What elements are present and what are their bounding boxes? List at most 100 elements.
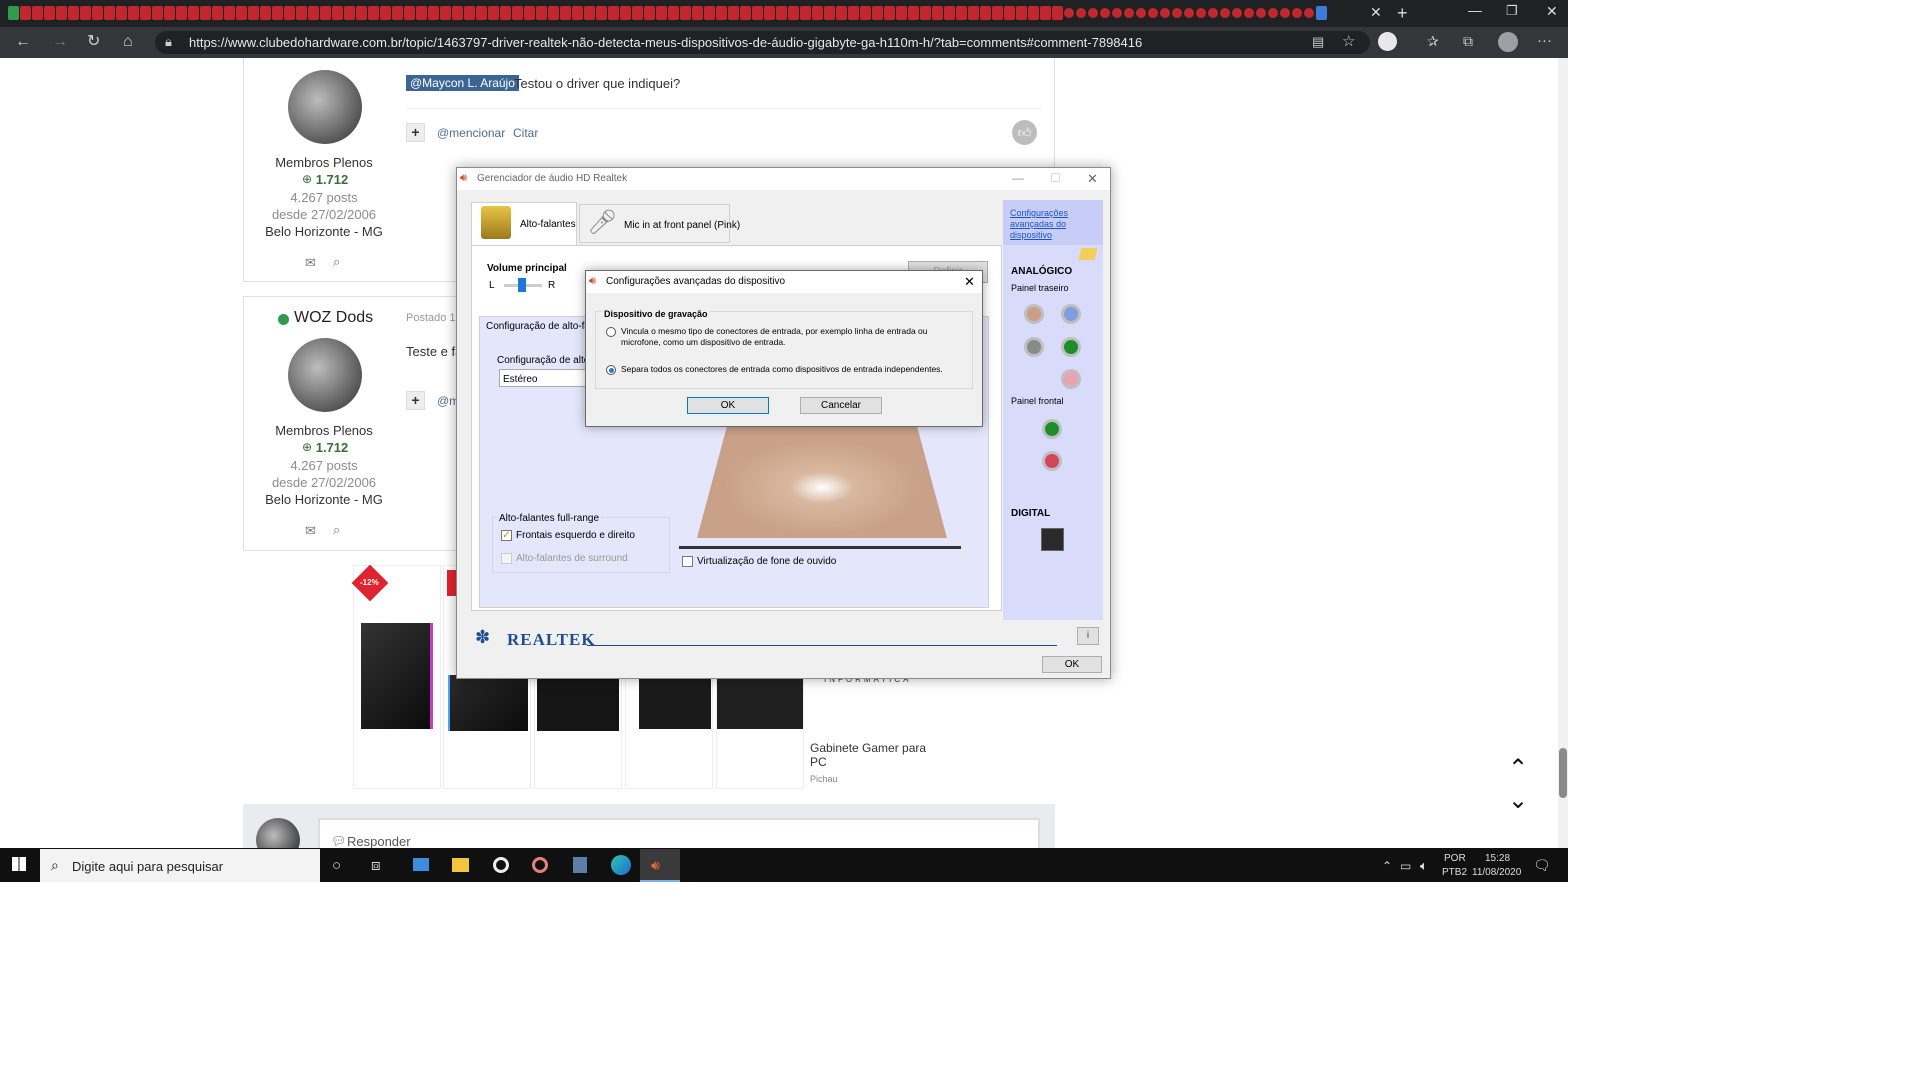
reply-placeholder[interactable]: Responder xyxy=(347,834,411,848)
mention-link[interactable]: @mencionar xyxy=(437,126,505,140)
restore-window-button[interactable]: ❐ xyxy=(1506,3,1518,19)
more-icon[interactable]: ··· xyxy=(1537,32,1552,49)
edge-icon[interactable] xyxy=(611,855,631,875)
browser-tab-favicon-icon[interactable] xyxy=(836,6,847,20)
like-icon[interactable]: 👍︎ xyxy=(1012,120,1037,145)
search-icon[interactable]: ⌕ xyxy=(333,254,340,270)
media-app-icon[interactable] xyxy=(493,857,509,873)
browser-tab-favicon-icon[interactable] xyxy=(188,6,199,20)
read-aloud-icon[interactable] xyxy=(1378,32,1397,51)
favorite-icon[interactable]: ☆ xyxy=(1342,32,1355,50)
browser-tab-favicon-icon[interactable] xyxy=(212,6,223,20)
option2-label[interactable]: Separa todos os conectores de entrada co… xyxy=(621,364,966,374)
clock-date[interactable]: 11/08/2020 xyxy=(1472,867,1521,878)
close-window-button[interactable]: ✕ xyxy=(1546,3,1558,20)
browser-tab-favicon-icon[interactable] xyxy=(968,6,979,20)
config-tab-label[interactable]: Configuração de alto-falar xyxy=(486,321,601,332)
settings-app-icon[interactable] xyxy=(413,858,429,871)
browser-tab-favicon-icon[interactable] xyxy=(56,6,67,20)
minimize-button[interactable]: — xyxy=(1012,171,1024,185)
quote-link[interactable]: Citar xyxy=(513,126,538,140)
browser-tab-favicon-icon[interactable] xyxy=(464,6,475,20)
volume-icon[interactable]: 🔈︎ xyxy=(1420,858,1428,874)
browser-tab-favicon-icon[interactable] xyxy=(332,6,343,20)
browser-tab-favicon-icon[interactable] xyxy=(1004,6,1015,20)
browser-tab-favicon-icon[interactable] xyxy=(1064,8,1074,18)
audio-jack-icon[interactable] xyxy=(1061,304,1081,324)
browser-tab-favicon-icon[interactable] xyxy=(116,6,127,20)
cancel-button[interactable]: Cancelar xyxy=(800,397,882,414)
cortana-icon[interactable]: ○ xyxy=(332,857,341,874)
browser-tab-favicon-icon[interactable] xyxy=(824,6,835,20)
browser-tab-favicon-icon[interactable] xyxy=(788,6,799,20)
browser-tab-favicon-icon[interactable] xyxy=(1220,8,1230,18)
mail-icon[interactable]: ✉ xyxy=(305,523,316,539)
headphone-virt-label[interactable]: Virtualização de fone de ouvido xyxy=(697,556,836,567)
reply-input[interactable] xyxy=(318,818,1040,848)
balance-slider-thumb[interactable] xyxy=(518,278,526,292)
browser-tab-favicon-icon[interactable] xyxy=(1208,8,1218,18)
realtek-ok-button[interactable]: OK xyxy=(1042,656,1102,673)
home-icon[interactable]: ⌂ xyxy=(123,34,133,50)
browser-tab-favicon-icon[interactable] xyxy=(428,6,439,20)
browser-tab-favicon-icon[interactable] xyxy=(20,6,31,20)
browser-tab-favicon-icon[interactable] xyxy=(1172,8,1182,18)
browser-tab-favicon-icon[interactable] xyxy=(668,6,679,20)
maximize-button[interactable]: ☐ xyxy=(1050,171,1061,185)
notifications-icon[interactable]: 🗨︎ xyxy=(1533,857,1551,874)
keyboard-layout[interactable]: PTB2 xyxy=(1442,867,1467,878)
tray-chevron-icon[interactable]: ⌃ xyxy=(1382,859,1392,873)
multiquote-button[interactable]: + xyxy=(406,391,425,410)
browser-tab-favicon-icon[interactable] xyxy=(584,6,595,20)
scroll-down-icon[interactable]: ⌄ xyxy=(1508,786,1528,815)
browser-tab-favicon-icon[interactable] xyxy=(848,6,859,20)
browser-tab-favicon-icon[interactable] xyxy=(1184,8,1194,18)
browser-tab-favicon-icon[interactable] xyxy=(308,6,319,20)
audio-jack-icon[interactable] xyxy=(1024,337,1044,357)
browser-tab-favicon-icon[interactable] xyxy=(740,6,751,20)
browser-tab-favicon-icon[interactable] xyxy=(80,6,91,20)
browser-tab-favicon-icon[interactable] xyxy=(1052,6,1063,20)
browser-tab-favicon-icon[interactable] xyxy=(536,6,547,20)
browser-tab-favicon-icon[interactable] xyxy=(512,6,523,20)
browser-tab-favicon-icon[interactable] xyxy=(728,6,739,20)
browser-tab-favicon-icon[interactable] xyxy=(1100,8,1110,18)
browser-tab-favicon-icon[interactable] xyxy=(656,6,667,20)
browser-tab-favicon-icon[interactable] xyxy=(1124,8,1134,18)
audio-jack-icon[interactable] xyxy=(1042,451,1062,471)
browser-tab-favicon-icon[interactable] xyxy=(284,6,295,20)
browser-tab-favicon-icon[interactable] xyxy=(716,6,727,20)
browser-tab-favicon-icon[interactable] xyxy=(680,6,691,20)
browser-tab-favicon-icon[interactable] xyxy=(1076,8,1086,18)
audio-jack-icon[interactable] xyxy=(1061,337,1081,357)
task-view-icon[interactable]: ⧈ xyxy=(371,857,381,874)
profile-icon[interactable] xyxy=(1498,32,1518,52)
author-name[interactable]: WOZ Dods xyxy=(294,309,373,327)
browser-tab-favicon-icon[interactable] xyxy=(44,6,55,20)
option1-radio[interactable] xyxy=(606,327,616,337)
browser-tab-favicon-icon[interactable] xyxy=(368,6,379,20)
minimize-window-button[interactable]: — xyxy=(1468,2,1482,18)
search-icon[interactable]: ⌕ xyxy=(333,522,340,538)
browser-tab-favicon-icon[interactable] xyxy=(1028,6,1039,20)
browser-tab-favicon-icon[interactable] xyxy=(344,6,355,20)
browser-tab-favicon-icon[interactable] xyxy=(1304,8,1314,18)
browser-tab-favicon-icon[interactable] xyxy=(548,6,559,20)
browser-tab-favicon-icon[interactable] xyxy=(1316,6,1327,20)
browser-tab-favicon-icon[interactable] xyxy=(104,6,115,20)
browser-tab-favicon-icon[interactable] xyxy=(920,6,931,20)
browser-tab-favicon-icon[interactable] xyxy=(476,6,487,20)
browser-tab-favicon-icon[interactable] xyxy=(488,6,499,20)
browser-tab-favicon-icon[interactable] xyxy=(380,6,391,20)
multiquote-button[interactable]: + xyxy=(406,123,425,142)
front-lr-checkbox[interactable]: ✓ xyxy=(501,530,512,541)
browser-tab-favicon-icon[interactable] xyxy=(92,6,103,20)
page-scrollbar[interactable] xyxy=(1558,58,1568,848)
browser-tab-favicon-icon[interactable] xyxy=(800,6,811,20)
browser-tab-favicon-icon[interactable] xyxy=(632,6,643,20)
browser-tab-favicon-icon[interactable] xyxy=(32,6,43,20)
network-icon[interactable]: ▭ xyxy=(1400,859,1411,873)
browser-tab-favicon-icon[interactable] xyxy=(980,6,991,20)
clock-time[interactable]: 15:28 xyxy=(1485,853,1510,864)
browser-tab-favicon-icon[interactable] xyxy=(164,6,175,20)
